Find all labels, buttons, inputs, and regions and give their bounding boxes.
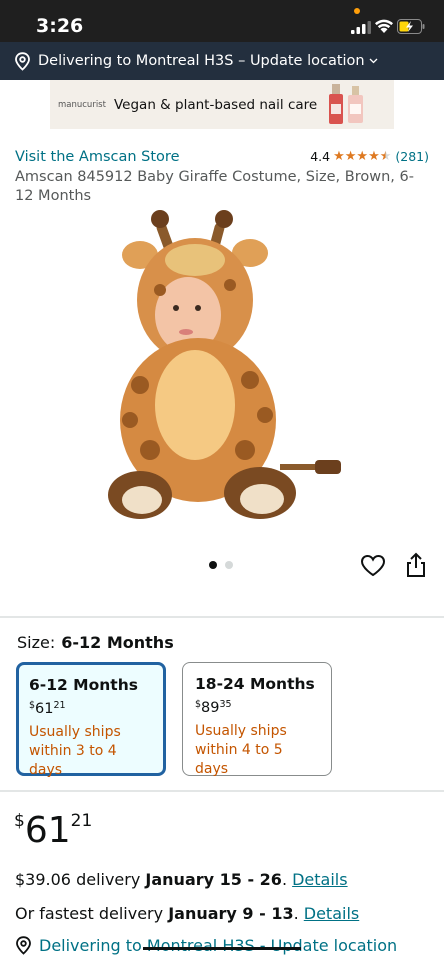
size-option-price: $8935 — [195, 699, 319, 716]
half-star-icon: ★ — [379, 149, 392, 164]
price-whole: 61 — [35, 701, 54, 717]
star-rating: ★ ★ ★ ★ ★ — [333, 150, 391, 163]
delivery-dates: January 15 - 26 — [145, 870, 282, 889]
size-selected-value: 6-12 Months — [61, 633, 174, 652]
wifi-icon — [375, 19, 393, 33]
ad-brand-logo: manucurist — [58, 99, 106, 110]
product-image[interactable] — [100, 205, 345, 523]
fastest-delivery-dates: January 9 - 13 — [168, 904, 294, 923]
ad-tagline: Vegan & plant-based nail care — [114, 96, 318, 113]
chevron-down-icon — [369, 58, 378, 64]
nail-polish-product-image — [329, 84, 363, 124]
star-icon: ★ — [356, 149, 369, 164]
camera-indicator-icon — [354, 8, 360, 14]
delivery-cost: $39.06 delivery — [15, 870, 146, 889]
product-title: Amscan 845912 Baby Giraffe Costume, Size… — [15, 169, 414, 204]
size-label: Size: 6-12 Months — [17, 633, 174, 652]
fastest-delivery-prefix: Or fastest delivery — [15, 904, 169, 923]
location-pin-icon — [15, 51, 30, 71]
size-option-name: 6-12 Months — [29, 676, 138, 694]
price-fraction: 21 — [53, 700, 66, 711]
section-divider — [0, 790, 444, 792]
size-option-name: 18-24 Months — [195, 675, 315, 693]
pager-dot[interactable] — [225, 561, 233, 569]
delivery-location-link[interactable]: Delivering to Montreal H3S - Update loca… — [15, 936, 397, 955]
location-bar[interactable]: Delivering to Montreal H3S – Update loca… — [0, 42, 444, 80]
size-option-18-24-months[interactable]: 18-24 Months $8935 Usually ships within … — [182, 662, 332, 777]
rating-summary[interactable]: 4.4 ★ ★ ★ ★ ★ (281) — [310, 149, 429, 164]
status-time: 3:26 — [36, 15, 84, 37]
price-whole: 61 — [24, 810, 71, 851]
size-option-6-12-months[interactable]: 6-12 Months $6121 Usually ships within 3… — [16, 662, 166, 778]
location-text: Delivering to Montreal H3S – Update loca… — [38, 53, 365, 69]
image-pager[interactable] — [209, 561, 233, 569]
fastest-details-link[interactable]: Details — [304, 904, 359, 923]
ad-banner[interactable]: manucurist Vegan & plant-based nail care — [50, 80, 394, 129]
location-pin-icon — [16, 936, 31, 955]
delivery-separator: . — [293, 904, 304, 923]
overlay-strike — [143, 947, 301, 950]
price-fraction: 35 — [219, 699, 232, 710]
section-divider — [0, 616, 444, 618]
star-icon: ★ — [368, 149, 380, 164]
price-whole: 89 — [201, 700, 220, 716]
delivery-separator: . — [281, 870, 293, 889]
standard-delivery: $39.06 delivery January 15 - 26. Details — [15, 870, 348, 889]
size-option-shipping: Usually ships within 4 to 5 days — [195, 723, 287, 777]
heart-icon[interactable] — [360, 554, 386, 578]
size-option-price: $6121 — [29, 700, 153, 717]
star-icon: ★ — [333, 149, 345, 164]
fastest-delivery: Or fastest delivery January 9 - 13. Deta… — [15, 904, 359, 923]
size-option-shipping: Usually ships within 3 to 4 days — [29, 724, 121, 778]
size-label-text: Size: — [17, 633, 56, 652]
rating-value: 4.4 — [310, 149, 331, 164]
currency-symbol: $ — [14, 811, 25, 831]
star-icon: ★ — [344, 149, 357, 164]
rating-count-link[interactable]: (281) — [395, 149, 429, 164]
product-price: $6121 — [14, 810, 92, 851]
delivery-location-text: Delivering to Montreal H3S - Update loca… — [39, 936, 398, 955]
share-icon[interactable] — [405, 552, 427, 578]
delivery-details-link[interactable]: Details — [292, 870, 347, 889]
price-fraction: 21 — [70, 811, 93, 831]
pager-dot-active[interactable] — [209, 561, 217, 569]
store-link[interactable]: Visit the Amscan Store — [15, 149, 180, 165]
battery-charging-icon — [397, 19, 425, 34]
signal-icon — [351, 21, 371, 34]
